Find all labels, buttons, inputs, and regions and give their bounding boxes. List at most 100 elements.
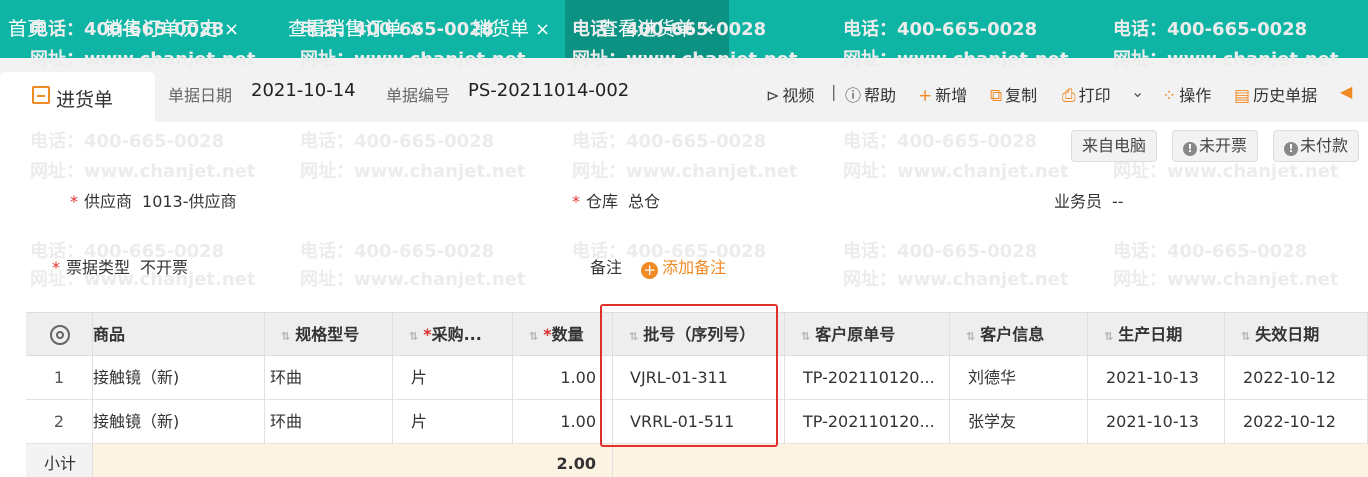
date-label: 单据日期	[168, 86, 233, 105]
watermark-phone: 电话：400-665-0028	[1113, 241, 1308, 262]
column-header-customer-info[interactable]: ⇅ 客户信息	[950, 313, 1088, 357]
column-label: 采购...	[431, 325, 482, 344]
column-label: 生产日期	[1118, 325, 1183, 344]
column-header-expiry-date[interactable]: ⇅ 失效日期	[1225, 313, 1368, 357]
sort-icon[interactable]: ⇅	[1104, 330, 1113, 343]
close-icon[interactable]: ×	[535, 19, 550, 40]
customer-order-cell[interactable]: TP-202110120...	[785, 356, 950, 400]
doc-type-label: 进货单	[56, 89, 114, 111]
sort-icon[interactable]: ⇅	[801, 330, 810, 343]
table-row[interactable]: 2 接触镜（新) 环曲 片 1.00 VRRL-01-511 TP-202110…	[26, 400, 1368, 444]
unit-cell[interactable]: 片	[393, 356, 513, 400]
close-icon[interactable]: ×	[700, 19, 715, 40]
quantity-cell[interactable]: 1.00	[513, 356, 613, 400]
subtotal-label: 小计	[26, 444, 93, 477]
doc-type-tab[interactable]: 进货单	[0, 72, 155, 122]
sort-icon[interactable]: ⇅	[281, 330, 290, 343]
column-settings-cell[interactable]	[26, 313, 93, 357]
tab-home[interactable]: 首页	[8, 0, 46, 58]
tab-sales-order-history[interactable]: 销售订单历史 ×	[104, 0, 239, 58]
watermark-site: 网址：www.chanjet.net	[1113, 161, 1339, 182]
supplier-field[interactable]: * 供应商 1013-供应商	[70, 188, 237, 212]
product-cell[interactable]: 接触镜（新)	[93, 356, 265, 400]
quantity-cell[interactable]: 1.00	[513, 400, 613, 444]
help-button[interactable]: ⓘ 帮助	[845, 82, 896, 106]
invoice-type-field[interactable]: * 票据类型 不开票	[52, 254, 188, 278]
help-icon: ⓘ	[845, 86, 862, 105]
expiry-date-cell[interactable]: 2022-10-12	[1225, 356, 1368, 400]
batch-cell[interactable]: VJRL-01-311	[613, 356, 785, 400]
tab-view-purchase-receipt[interactable]: 查看进货单 ×	[565, 0, 729, 58]
watermark-site: 网址：www.chanjet.net	[30, 161, 256, 182]
supplier-value: 1013-供应商	[142, 192, 237, 211]
invoice-status-badge: ! 未开票	[1172, 130, 1259, 162]
plus-circle-icon: +	[641, 262, 659, 279]
subtotal-row: 小计 2.00	[26, 444, 1368, 477]
add-button[interactable]: + 新增	[918, 82, 967, 106]
number-value: PS-20211014-002	[468, 80, 630, 101]
column-label: 数量	[551, 325, 584, 344]
watermark-phone: 电话：400-665-0028	[572, 131, 767, 152]
purchase-receipt-icon	[32, 86, 50, 104]
gear-icon[interactable]	[50, 325, 70, 345]
salesman-value: --	[1112, 192, 1124, 211]
tab-sales-delivery[interactable]: 销货单 ×	[472, 0, 550, 58]
operate-button[interactable]: ⁘ 操作	[1162, 82, 1211, 106]
history-label: 历史单据	[1253, 86, 1318, 105]
product-cell[interactable]: 接触镜（新)	[93, 400, 265, 444]
warehouse-label: 仓库	[586, 192, 619, 211]
batch-cell[interactable]: VRRL-01-511	[613, 400, 785, 444]
sort-icon[interactable]: ⇅	[409, 330, 418, 343]
customer-info-cell[interactable]: 刘德华	[950, 356, 1088, 400]
table-row[interactable]: 1 接触镜（新) 环曲 片 1.00 VJRL-01-311 TP-202110…	[26, 356, 1368, 400]
required-mark: *	[543, 325, 552, 344]
copy-button[interactable]: ⧉ 复制	[990, 82, 1037, 106]
add-remark-button[interactable]: + 添加备注	[641, 258, 726, 279]
close-icon[interactable]: ×	[224, 19, 239, 40]
sort-icon[interactable]: ⇅	[966, 330, 975, 343]
salesman-field[interactable]: 业务员 --	[1054, 188, 1124, 212]
chevron-down-icon[interactable]: ⌄	[1131, 82, 1144, 101]
sort-icon[interactable]: ⇅	[629, 330, 638, 343]
tab-view-sales-order[interactable]: 查看销售订单 ×	[288, 0, 423, 58]
info-icon: !	[1183, 142, 1197, 156]
customer-info-cell[interactable]: 张学友	[950, 400, 1088, 444]
column-label: 客户原单号	[815, 325, 896, 344]
close-icon[interactable]: ×	[408, 19, 423, 40]
spec-cell[interactable]: 环曲	[265, 356, 393, 400]
production-date-cell[interactable]: 2021-10-13	[1088, 400, 1225, 444]
required-mark: *	[70, 192, 78, 211]
production-date-cell[interactable]: 2021-10-13	[1088, 356, 1225, 400]
watermark-site: 网址：www.chanjet.net	[843, 161, 1069, 182]
warehouse-field[interactable]: * 仓库 总仓	[572, 188, 660, 212]
tab-bar: 首页 销售订单历史 × 查看销售订单 × 销货单 × 查看进货单 ×	[0, 0, 1368, 58]
history-button[interactable]: ▤ 历史单据	[1234, 82, 1317, 106]
unit-cell[interactable]: 片	[393, 400, 513, 444]
salesman-label: 业务员	[1054, 192, 1103, 211]
expiry-date-cell[interactable]: 2022-10-12	[1225, 400, 1368, 444]
watermark-phone: 电话：400-665-0028	[30, 131, 225, 152]
sort-icon[interactable]: ⇅	[529, 330, 538, 343]
column-header-batch[interactable]: ⇅ 批号（序列号）	[613, 313, 785, 357]
column-header-purchase-unit[interactable]: ⇅ *采购...	[393, 313, 513, 357]
video-button[interactable]: ⊳ 视频	[766, 82, 814, 106]
customer-order-cell[interactable]: TP-202110120...	[785, 400, 950, 444]
column-header-quantity[interactable]: ⇅ *数量	[513, 313, 613, 357]
required-mark: *	[572, 192, 580, 211]
column-header-customer-order[interactable]: ⇅ 客户原单号	[785, 313, 950, 357]
watermark-site: 网址：www.chanjet.net	[300, 269, 526, 290]
column-header-spec[interactable]: ⇅ 规格型号	[265, 313, 393, 357]
print-button[interactable]: ⎙ 打印	[1062, 82, 1111, 106]
help-label: 帮助	[864, 86, 897, 105]
sort-icon[interactable]: ⇅	[1241, 330, 1250, 343]
column-header-product[interactable]: 商品	[93, 313, 265, 357]
watermark-phone: 电话：400-665-0028	[300, 241, 495, 262]
column-header-production-date[interactable]: ⇅ 生产日期	[1088, 313, 1225, 357]
spec-cell[interactable]: 环曲	[265, 400, 393, 444]
copy-label: 复制	[1005, 86, 1038, 105]
invoice-status-label: 未开票	[1199, 136, 1248, 155]
copy-icon: ⧉	[990, 86, 1003, 106]
invoice-type-value: 不开票	[140, 258, 189, 277]
watermark-site: 网址：www.chanjet.net	[1113, 269, 1339, 290]
collapse-left-icon[interactable]: ◀	[1340, 82, 1352, 101]
